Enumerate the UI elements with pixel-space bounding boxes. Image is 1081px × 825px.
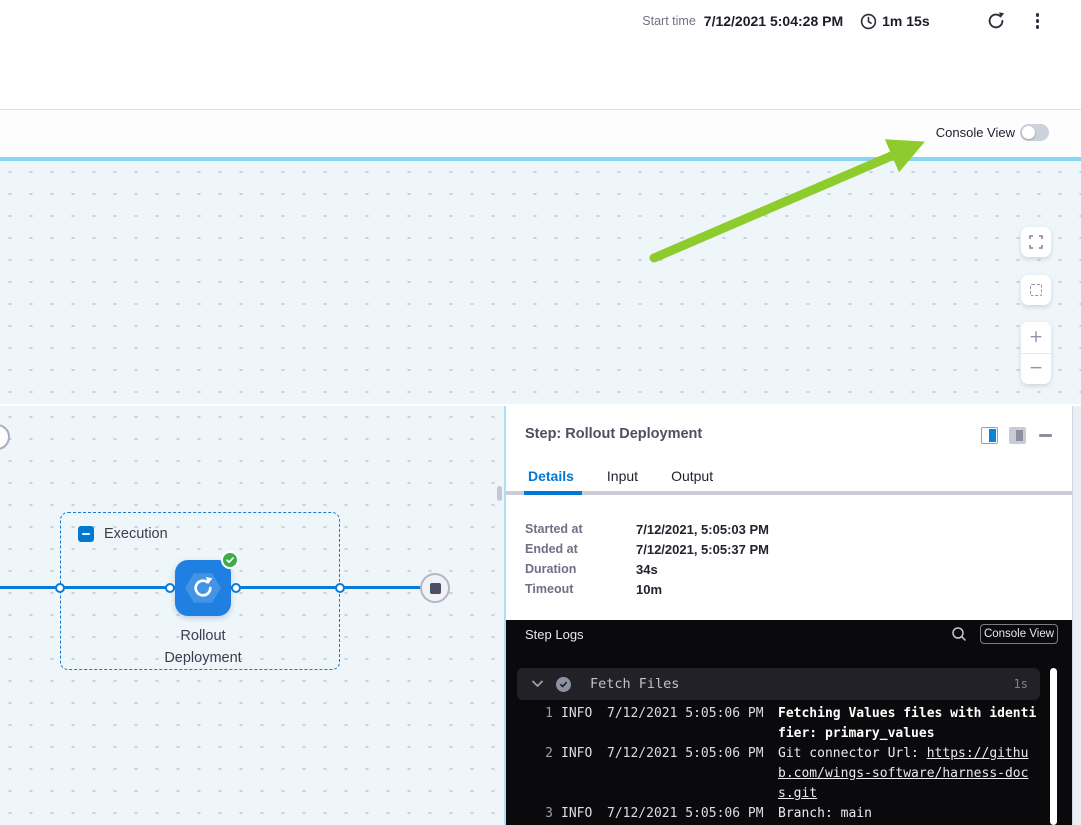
console-view-button[interactable]: Console View (980, 624, 1058, 644)
pipeline-execution-page: { "colors": { "accent_blue": "#0278d5", … (0, 0, 1081, 825)
field-value: 7/12/2021, 5:05:37 PM (636, 542, 769, 557)
start-time-value: 7/12/2021 5:04:28 PM (704, 13, 843, 29)
connection-point (335, 583, 345, 593)
field-value: 7/12/2021, 5:05:03 PM (636, 522, 769, 537)
more-options-button[interactable] (1030, 11, 1045, 30)
chevron-down-icon[interactable] (532, 680, 543, 688)
minimize-panel-button[interactable] (1039, 434, 1052, 437)
collapse-group-button[interactable] (78, 526, 94, 542)
elapsed-time: 1m 15s (882, 13, 929, 29)
log-line: 1 INFO 7/12/2021 5:05:06 PM Fetching Values… (506, 704, 1046, 744)
bottom-section: Execution Rollout Deployment Step: Rollo… (0, 406, 1081, 825)
rollout-deployment-node[interactable] (175, 560, 231, 616)
expand-icon (1029, 235, 1043, 249)
log-lvl: INFO (561, 804, 598, 824)
offscreen-node (0, 424, 10, 450)
step-logs-title: Step Logs (525, 627, 584, 642)
console-view-toggle[interactable] (1020, 124, 1049, 141)
log-message: Branch: main (778, 804, 1037, 824)
log-time: 7/12/2021 5:05:06 PM (607, 744, 764, 764)
start-time-label: Start time (642, 14, 696, 28)
log-ln: 3 (506, 804, 553, 824)
log-lines: 1 INFO 7/12/2021 5:05:06 PM Fetching Values… (506, 704, 1046, 824)
console-view-bar: Console View (0, 111, 1081, 157)
field-value: 10m (636, 582, 662, 597)
step-details-panel: Step: Rollout Deployment Details Input O… (506, 406, 1081, 825)
stage-graph-canvas[interactable]: Execution Rollout Deployment (0, 406, 504, 825)
step-logs-header: Step Logs Console View (506, 620, 1072, 648)
execution-group-label: Execution (104, 526, 168, 542)
toggle-knob (1022, 126, 1035, 139)
log-section-fetch-files[interactable]: Fetch Files 1s (517, 668, 1040, 700)
rollout-icon (190, 575, 216, 601)
detail-field-row: Duration34s (525, 559, 769, 579)
panel-view-icon[interactable] (1009, 427, 1026, 444)
log-line: 2 INFO 7/12/2021 5:05:06 PM Git connector U… (506, 744, 1046, 804)
stop-node[interactable] (420, 573, 450, 603)
log-time: 7/12/2021 5:05:06 PM (607, 704, 764, 724)
split-view-icon[interactable] (981, 427, 998, 444)
log-message: Git connector Url: https://github.com/wi… (778, 744, 1037, 804)
step-logs-panel: Step Logs Console View Fetch Files 1s 1I… (506, 620, 1072, 825)
active-tab-indicator (524, 491, 582, 495)
tab-input[interactable]: Input (607, 468, 638, 484)
log-message: Fetching Values files with identifier: p… (778, 704, 1037, 744)
log-time: 7/12/2021 5:05:06 PM (607, 804, 764, 824)
panel-tabs: Details Input Output (528, 468, 713, 484)
log-link[interactable]: https://github.com/wings-software/harnes… (778, 746, 1028, 801)
stop-icon (430, 583, 441, 594)
tab-output[interactable]: Output (671, 468, 713, 484)
connection-point (231, 583, 241, 593)
panel-scrollbar-gutter[interactable] (1072, 406, 1081, 825)
zoom-out-button[interactable]: − (1021, 354, 1051, 385)
fullscreen-button[interactable] (1021, 227, 1051, 257)
success-badge (221, 551, 239, 569)
refresh-button[interactable] (986, 11, 1006, 31)
log-ln: 2 (506, 744, 553, 764)
fit-icon (1030, 284, 1042, 296)
field-label: Started at (525, 522, 636, 536)
console-view-label: Console View (936, 125, 1015, 140)
field-label: Duration (525, 562, 636, 576)
connection-point (55, 583, 65, 593)
top-header: Start time 7/12/2021 5:04:28 PM 1m 15s (0, 0, 1081, 110)
log-scrollbar-thumb[interactable] (1050, 668, 1057, 825)
minus-icon (82, 533, 90, 535)
detail-field-row: Started at7/12/2021, 5:05:03 PM (525, 519, 769, 539)
execution-meta-row: Start time 7/12/2021 5:04:28 PM 1m 15s (642, 8, 1045, 34)
section-success-icon (556, 677, 571, 692)
zoom-in-button[interactable]: + (1021, 322, 1051, 353)
panel-title: Step: Rollout Deployment (525, 426, 702, 442)
log-lvl: INFO (561, 704, 598, 724)
detail-field-row: Timeout10m (525, 579, 769, 599)
log-ln: 1 (506, 704, 553, 724)
search-logs-button[interactable] (950, 626, 968, 644)
pipeline-canvas[interactable]: + − (0, 161, 1081, 404)
fit-to-screen-button[interactable] (1021, 275, 1051, 305)
log-line: 3 INFO 7/12/2021 5:05:06 PM Branch: main (506, 804, 1046, 824)
tab-details[interactable]: Details (528, 468, 574, 484)
detail-fields: Started at7/12/2021, 5:05:03 PMEnded at7… (525, 519, 769, 599)
check-icon (225, 555, 235, 565)
search-icon (951, 626, 967, 642)
section-name: Fetch Files (590, 676, 679, 692)
section-duration: 1s (1014, 677, 1028, 691)
canvas-scrollbar-thumb[interactable] (497, 486, 502, 501)
tab-track (506, 491, 1072, 495)
field-label: Ended at (525, 542, 636, 556)
connection-point (165, 583, 175, 593)
detail-field-row: Ended at7/12/2021, 5:05:37 PM (525, 539, 769, 559)
field-value: 34s (636, 562, 658, 577)
node-label: Rollout Deployment (148, 625, 258, 669)
clock-icon (860, 13, 877, 30)
zoom-control-group: + − (1021, 322, 1051, 384)
log-lvl: INFO (561, 744, 598, 764)
field-label: Timeout (525, 582, 636, 596)
